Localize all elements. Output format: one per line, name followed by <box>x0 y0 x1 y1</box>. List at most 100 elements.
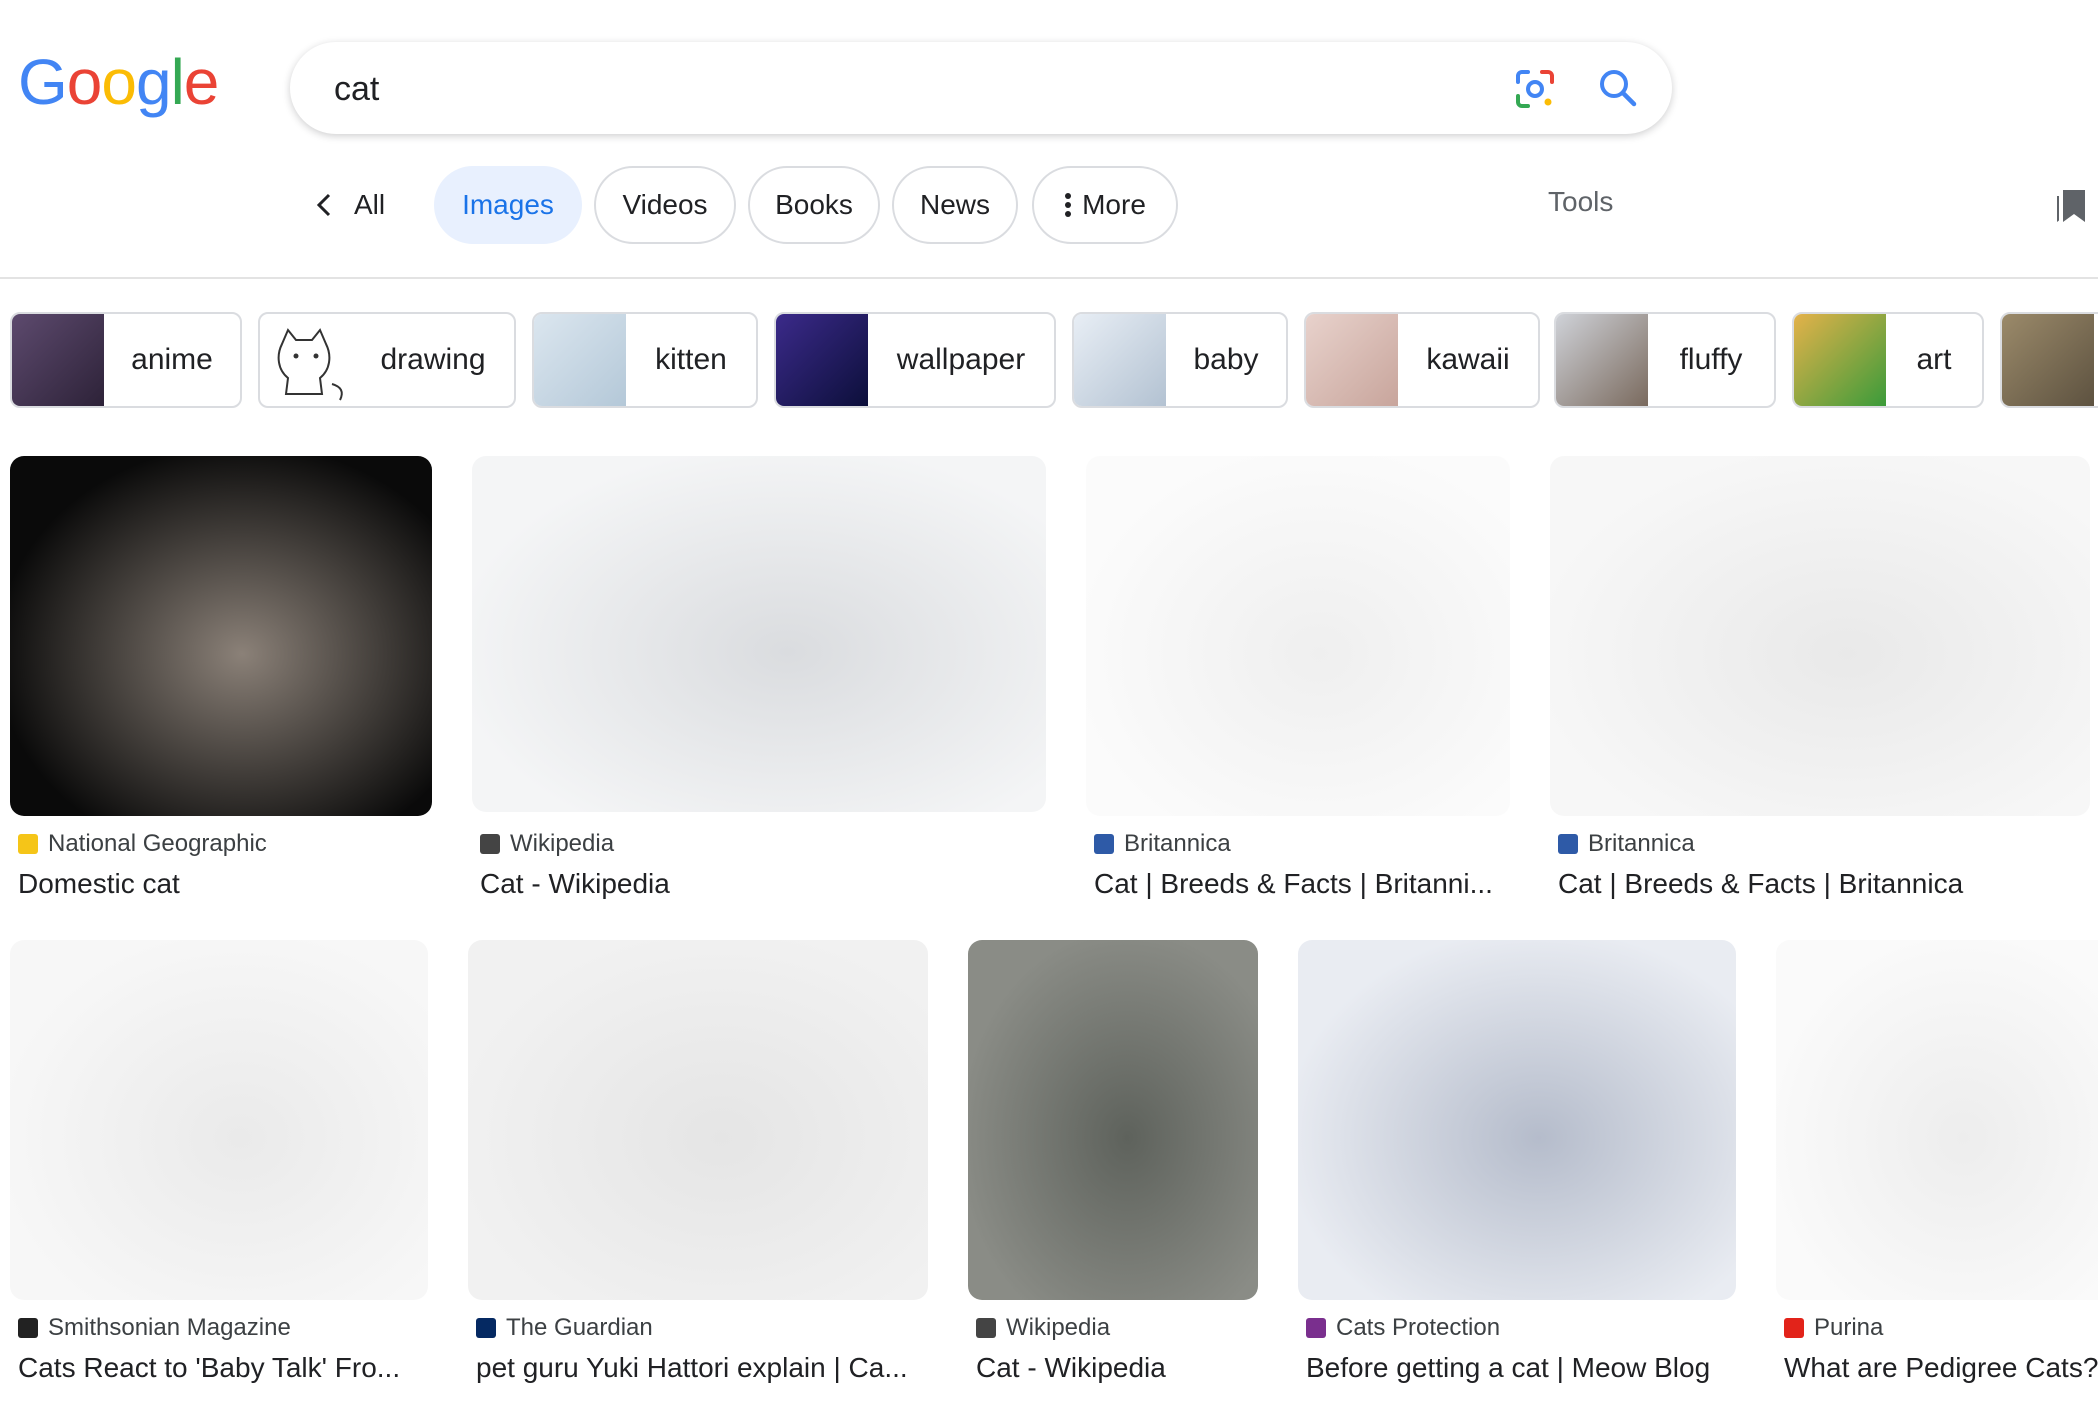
result-source[interactable]: The Guardian <box>476 1314 653 1342</box>
source-favicon <box>480 834 500 854</box>
google-logo[interactable]: Google <box>18 46 220 118</box>
saved-bookmark-icon[interactable] <box>2054 188 2088 224</box>
result-source[interactable]: Britannica <box>1094 830 1231 858</box>
source-name: Wikipedia <box>510 830 615 857</box>
result-source[interactable]: Wikipedia <box>480 830 614 858</box>
result-image[interactable] <box>1298 940 1736 1300</box>
tab-all[interactable]: All <box>312 166 385 244</box>
tab-label: News <box>919 189 990 220</box>
chip-drawing[interactable]: drawing <box>258 312 516 408</box>
result-image[interactable] <box>1086 456 1510 816</box>
image-result[interactable]: Smithsonian Magazine Cats React to 'Baby… <box>10 940 428 1390</box>
result-title[interactable]: What are Pedigree Cats? <box>1784 1352 2098 1384</box>
chip-fluffy[interactable]: fluffy <box>1554 312 1776 408</box>
result-image[interactable] <box>472 456 1046 812</box>
result-title[interactable]: Cat | Breeds & Facts | Britannica <box>1558 868 2090 900</box>
chip-thumbnail <box>2002 314 2094 406</box>
source-name: Britannica <box>1588 830 1695 857</box>
chevron-left-icon <box>316 193 331 217</box>
logo-letter: g <box>135 46 172 118</box>
tab-label: Books <box>775 189 853 220</box>
more-vert-icon <box>1065 193 1072 217</box>
chip-label: anime <box>131 343 213 376</box>
result-title[interactable]: Before getting a cat | Meow Blog <box>1306 1352 1736 1384</box>
chip-kawaii[interactable]: kawaii <box>1304 312 1540 408</box>
search-input[interactable] <box>332 64 1436 114</box>
source-name: The Guardian <box>506 1314 653 1341</box>
chip-art[interactable]: art <box>1792 312 1984 408</box>
image-result[interactable]: Purina What are Pedigree Cats? <box>1776 940 2098 1390</box>
chip-wallpaper[interactable]: wallpaper <box>774 312 1056 408</box>
source-favicon <box>18 834 38 854</box>
chip-thumbnail <box>1074 314 1166 406</box>
image-result[interactable]: Britannica Cat | Breeds & Facts | Britan… <box>1086 456 1510 906</box>
source-favicon <box>1094 834 1114 854</box>
result-title[interactable]: Cat - Wikipedia <box>976 1352 1258 1384</box>
image-result[interactable]: Cats Protection Before getting a cat | M… <box>1298 940 1736 1390</box>
chip-kitten[interactable]: kitten <box>532 312 758 408</box>
chip-label: art <box>1916 343 1952 376</box>
chip-label: baby <box>1193 343 1259 376</box>
chip-anime[interactable]: anime <box>10 312 242 408</box>
tab-videos[interactable]: Videos <box>594 166 736 244</box>
tab-label: Images <box>462 189 554 220</box>
chip-thumbnail <box>1794 314 1886 406</box>
chip-label: kawaii <box>1426 343 1510 376</box>
result-image[interactable] <box>10 940 428 1300</box>
source-name: National Geographic <box>48 830 267 857</box>
result-source[interactable]: Purina <box>1784 1314 1883 1342</box>
result-image[interactable] <box>468 940 928 1300</box>
logo-letter: o <box>66 46 103 118</box>
result-image[interactable] <box>968 940 1258 1300</box>
chip-thumbnail <box>260 314 352 406</box>
image-result[interactable]: Wikipedia Cat - Wikipedia <box>472 456 1046 906</box>
source-favicon <box>476 1318 496 1338</box>
chip-label: fluffy <box>1679 343 1743 376</box>
tab-books[interactable]: Books <box>748 166 880 244</box>
result-image[interactable] <box>1776 940 2098 1300</box>
google-lens-icon[interactable] <box>1512 66 1558 112</box>
source-favicon <box>976 1318 996 1338</box>
result-title[interactable]: Cat - Wikipedia <box>480 868 1046 900</box>
result-title[interactable]: Cat | Breeds & Facts | Britanni... <box>1094 868 1510 900</box>
chip-thumbnail <box>1556 314 1648 406</box>
chip-thumbnail <box>776 314 868 406</box>
result-title[interactable]: pet guru Yuki Hattori explain | Ca... <box>476 1352 928 1384</box>
tools-button[interactable]: Tools <box>1548 186 1613 218</box>
tab-news[interactable]: News <box>892 166 1018 244</box>
source-favicon <box>1306 1318 1326 1338</box>
chip-label: drawing <box>380 343 486 376</box>
chip-thumbnail <box>534 314 626 406</box>
source-name: Wikipedia <box>1006 1314 1111 1341</box>
tab-images[interactable]: Images <box>434 166 582 244</box>
image-result[interactable]: National Geographic Domestic cat <box>10 456 432 906</box>
tab-more[interactable]: More <box>1032 166 1178 244</box>
result-image[interactable] <box>10 456 432 816</box>
source-name: Cats Protection <box>1336 1314 1501 1341</box>
chip-thumbnail <box>1306 314 1398 406</box>
image-result[interactable]: Wikipedia Cat - Wikipedia <box>968 940 1258 1390</box>
image-result[interactable]: The Guardian pet guru Yuki Hattori expla… <box>468 940 928 1390</box>
source-favicon <box>1784 1318 1804 1338</box>
result-source[interactable]: National Geographic <box>18 830 267 858</box>
result-title[interactable]: Cats React to 'Baby Talk' Fro... <box>18 1352 428 1384</box>
chip-baby[interactable]: baby <box>1072 312 1288 408</box>
tab-label: Videos <box>622 189 708 220</box>
chip-partial[interactable] <box>2000 312 2098 408</box>
result-source[interactable]: Wikipedia <box>976 1314 1110 1342</box>
result-source[interactable]: Smithsonian Magazine <box>18 1314 291 1342</box>
source-name: Britannica <box>1124 830 1231 857</box>
search-box[interactable] <box>290 42 1672 134</box>
chip-label: wallpaper <box>896 343 1026 376</box>
search-icon[interactable] <box>1596 66 1640 110</box>
result-title[interactable]: Domestic cat <box>18 868 432 900</box>
chip-label: kitten <box>655 343 727 376</box>
cat-drawing-icon <box>277 328 343 401</box>
logo-letter: l <box>170 46 185 118</box>
image-result[interactable]: Britannica Cat | Breeds & Facts | Britan… <box>1550 456 2090 906</box>
logo-letter: e <box>183 46 220 118</box>
source-favicon <box>18 1318 38 1338</box>
result-image[interactable] <box>1550 456 2090 816</box>
result-source[interactable]: Britannica <box>1558 830 1695 858</box>
result-source[interactable]: Cats Protection <box>1306 1314 1500 1342</box>
